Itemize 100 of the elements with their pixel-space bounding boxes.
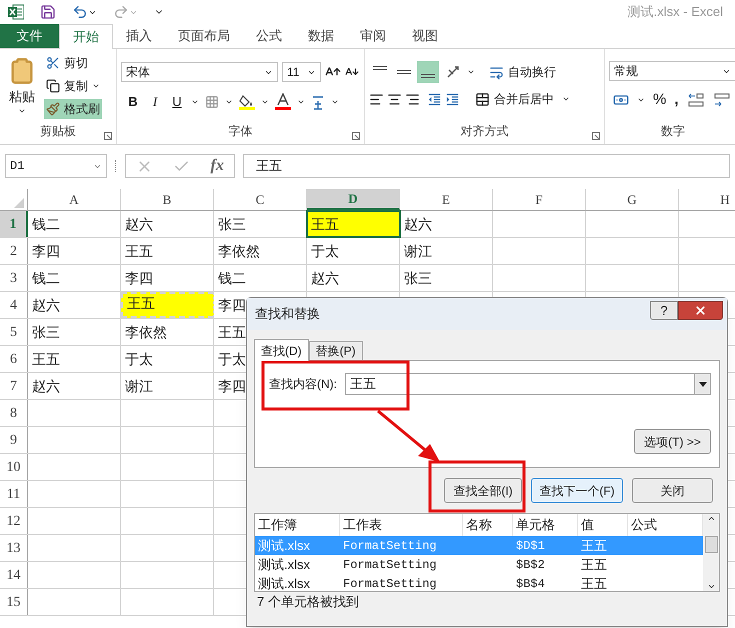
ribbon-tab[interactable]: 插入	[113, 24, 165, 48]
save-icon[interactable]	[40, 4, 56, 20]
column-header[interactable]: D	[307, 189, 400, 210]
ribbon-tab[interactable]: 审阅	[347, 24, 399, 48]
column-header[interactable]: F	[493, 189, 586, 210]
dialog-launcher-icon[interactable]	[592, 132, 600, 140]
row-header[interactable]: 11	[0, 481, 28, 507]
row-header[interactable]: 8	[0, 400, 28, 426]
underline-button[interactable]: U	[169, 92, 185, 112]
row-header[interactable]: 7	[0, 373, 28, 399]
row-header[interactable]: 10	[0, 454, 28, 480]
dropdown-arrow-icon[interactable]	[698, 382, 706, 386]
table-cell: 钱二	[28, 265, 121, 291]
increase-decimal-icon[interactable]	[686, 92, 705, 108]
phonetic-guide-icon[interactable]	[311, 94, 325, 110]
align-lines-icon	[421, 74, 435, 78]
ribbon-tab[interactable]: 开始	[59, 24, 113, 49]
help-button[interactable]: ?	[650, 300, 678, 320]
column-header[interactable]: A	[28, 189, 121, 210]
row-header[interactable]: 9	[0, 427, 28, 453]
caret-icon	[92, 82, 100, 90]
merge-center-button[interactable]: 合并后居中	[475, 90, 570, 108]
font-name-dropdown[interactable]: 宋体	[121, 62, 278, 82]
name-box[interactable]: D1	[5, 154, 107, 178]
wrap-text-button[interactable]: 自动换行	[489, 63, 556, 81]
ribbon-tab[interactable]: 公式	[243, 24, 295, 48]
comma-style-button[interactable]: ,	[674, 89, 679, 112]
column-header[interactable]: H	[679, 189, 735, 210]
scroll-down-icon[interactable]	[706, 582, 716, 591]
align-center-icon[interactable]	[387, 92, 402, 106]
caret-icon	[562, 95, 570, 103]
scroll-up-icon[interactable]	[706, 514, 716, 523]
align-right-icon[interactable]	[405, 92, 420, 106]
close-button[interactable]	[678, 300, 723, 320]
copy-icon	[46, 79, 60, 93]
table-cell: 王五	[307, 211, 400, 237]
row-header[interactable]: 14	[0, 562, 28, 588]
ribbon-tab[interactable]: 数据	[295, 24, 347, 48]
table-cell: 谢江	[400, 238, 493, 264]
table-cell: 于太	[307, 238, 400, 264]
row-header[interactable]: 1	[0, 211, 28, 237]
table-cell: 李依然	[214, 238, 307, 264]
increase-indent-icon[interactable]	[445, 92, 460, 106]
column-header[interactable]: E	[400, 189, 493, 210]
font-size-dropdown[interactable]: 11	[282, 62, 321, 82]
format-painter-button[interactable]: 格式刷	[44, 99, 102, 119]
group-label: 对齐方式	[460, 123, 508, 140]
table-cell: 于太	[121, 346, 214, 372]
undo-icon[interactable]	[72, 4, 88, 20]
dialog-button[interactable]: 查找下一个(F)	[531, 478, 623, 503]
row-header[interactable]: 12	[0, 508, 28, 534]
ribbon-tab[interactable]: 页面布局	[165, 24, 243, 48]
table-cell: 赵六	[28, 373, 121, 399]
align-left-icon[interactable]	[369, 92, 384, 106]
find-what-field[interactable]: 王五	[345, 373, 711, 395]
annotation-arrow	[377, 410, 440, 462]
dialog-button[interactable]: 关闭	[632, 478, 713, 503]
wrap-text-icon	[489, 64, 504, 80]
bold-button[interactable]: B	[125, 92, 141, 112]
paste-button[interactable]: 粘贴	[0, 53, 44, 122]
align-lines-icon	[397, 70, 411, 74]
table-cell: 钱二	[28, 211, 121, 237]
scroll-thumb[interactable]	[704, 536, 718, 553]
insert-function-button[interactable]: fx	[210, 154, 224, 178]
percent-button[interactable]: %	[653, 89, 666, 112]
row-header[interactable]: 5	[0, 319, 28, 345]
decrease-decimal-icon[interactable]	[712, 92, 731, 108]
options-button[interactable]: 选项(T) >>	[634, 429, 711, 454]
dialog-tab[interactable]: 替换(P)	[308, 341, 363, 360]
cut-button[interactable]: 剪切	[44, 53, 102, 73]
ribbon-tab[interactable]: 视图	[399, 24, 451, 48]
status-text: 7 个单元格被找到	[256, 593, 359, 612]
table-cell: 赵六	[121, 211, 214, 237]
number-format-dropdown[interactable]: 常规	[609, 61, 735, 81]
row-header[interactable]: 4	[0, 292, 28, 318]
dialog-launcher-icon[interactable]	[352, 132, 360, 140]
italic-button[interactable]: I	[147, 92, 163, 112]
row-header[interactable]: 15	[0, 589, 28, 615]
fill-color-icon[interactable]	[239, 93, 255, 110]
scrollbar[interactable]	[703, 514, 719, 591]
dialog-button[interactable]: 查找全部(I)	[444, 478, 522, 503]
row-header[interactable]: 3	[0, 265, 28, 291]
file-tab[interactable]: 文件	[0, 24, 59, 48]
font-color-icon[interactable]	[275, 93, 291, 110]
row-header[interactable]: 6	[0, 346, 28, 372]
align-lines-icon	[373, 66, 387, 70]
row-header[interactable]: 13	[0, 535, 28, 561]
decrease-indent-icon[interactable]	[427, 92, 442, 106]
vertical-align-button[interactable]	[417, 61, 439, 83]
column-header[interactable]: G	[586, 189, 679, 210]
result-row[interactable]: 测试.xlsx FormatSetting $B$4 王五	[255, 574, 703, 591]
copy-button[interactable]: 复制	[44, 76, 102, 96]
row-header[interactable]: 2	[0, 238, 28, 264]
result-row[interactable]: 测试.xlsx FormatSetting $B$2 王五	[255, 555, 703, 574]
borders-icon[interactable]	[205, 94, 219, 109]
column-header[interactable]: B	[121, 189, 214, 210]
dialog-launcher-icon[interactable]	[104, 132, 112, 140]
close-icon	[694, 304, 707, 316]
dialog-tab[interactable]: 查找(D)	[254, 339, 309, 361]
formula-input[interactable]: 王五	[243, 154, 730, 178]
